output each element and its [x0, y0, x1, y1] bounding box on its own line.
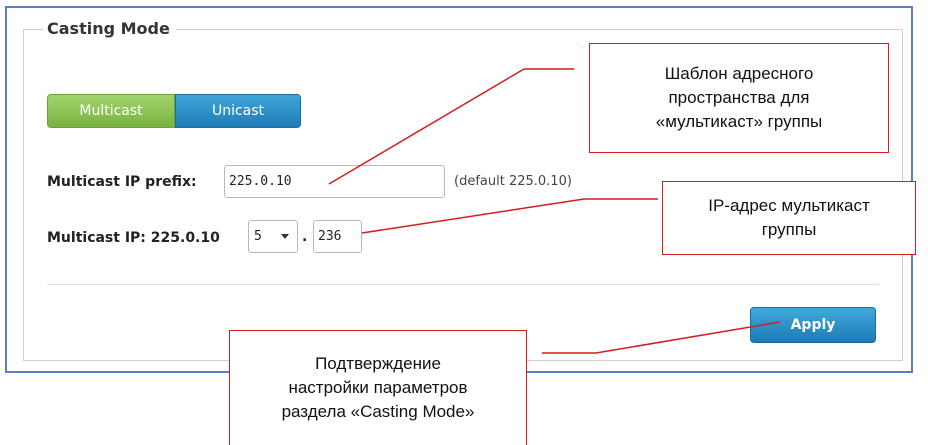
annotation-prefix-line1: Шаблон адресного	[664, 64, 814, 83]
multicast-ip-prefix-label: Multicast IP prefix:	[47, 174, 197, 190]
annotation-apply-line2: настройки параметров	[288, 378, 468, 397]
multicast-ip-label: Multicast IP: 225.0.10	[47, 230, 220, 246]
ip-octet-select[interactable]: 5	[248, 220, 298, 253]
annotation-apply: Подтверждение настройки параметров разде…	[229, 330, 527, 445]
multicast-button[interactable]: Multicast	[47, 94, 175, 128]
prefix-default-hint: (default 225.0.10)	[454, 174, 572, 189]
ip-octet-select-value: 5	[254, 229, 262, 244]
ip-last-octet-input[interactable]	[313, 220, 362, 253]
annotation-prefix-line3: «мультикаст» группы	[655, 112, 823, 131]
panel-title: Casting Mode	[43, 19, 176, 38]
annotation-apply-line1: Подтверждение	[315, 354, 441, 373]
annotation-apply-line3: раздела «Casting Mode»	[281, 402, 475, 421]
apply-button[interactable]: Apply	[750, 307, 876, 343]
multicast-ip-prefix-input[interactable]	[224, 165, 445, 198]
annotation-prefix: Шаблон адресного пространства для «мульт…	[589, 43, 889, 153]
annotation-prefix-line2: пространства для	[668, 88, 810, 107]
annotation-ip: IP-адрес мультикаст группы	[662, 181, 916, 255]
annotation-ip-line2: группы	[761, 220, 817, 239]
unicast-button[interactable]: Unicast	[175, 94, 301, 128]
ip-separator: .	[302, 229, 308, 245]
annotation-ip-line1: IP-адрес мультикаст	[708, 196, 870, 215]
divider	[47, 284, 879, 285]
chevron-down-icon	[281, 234, 289, 239]
